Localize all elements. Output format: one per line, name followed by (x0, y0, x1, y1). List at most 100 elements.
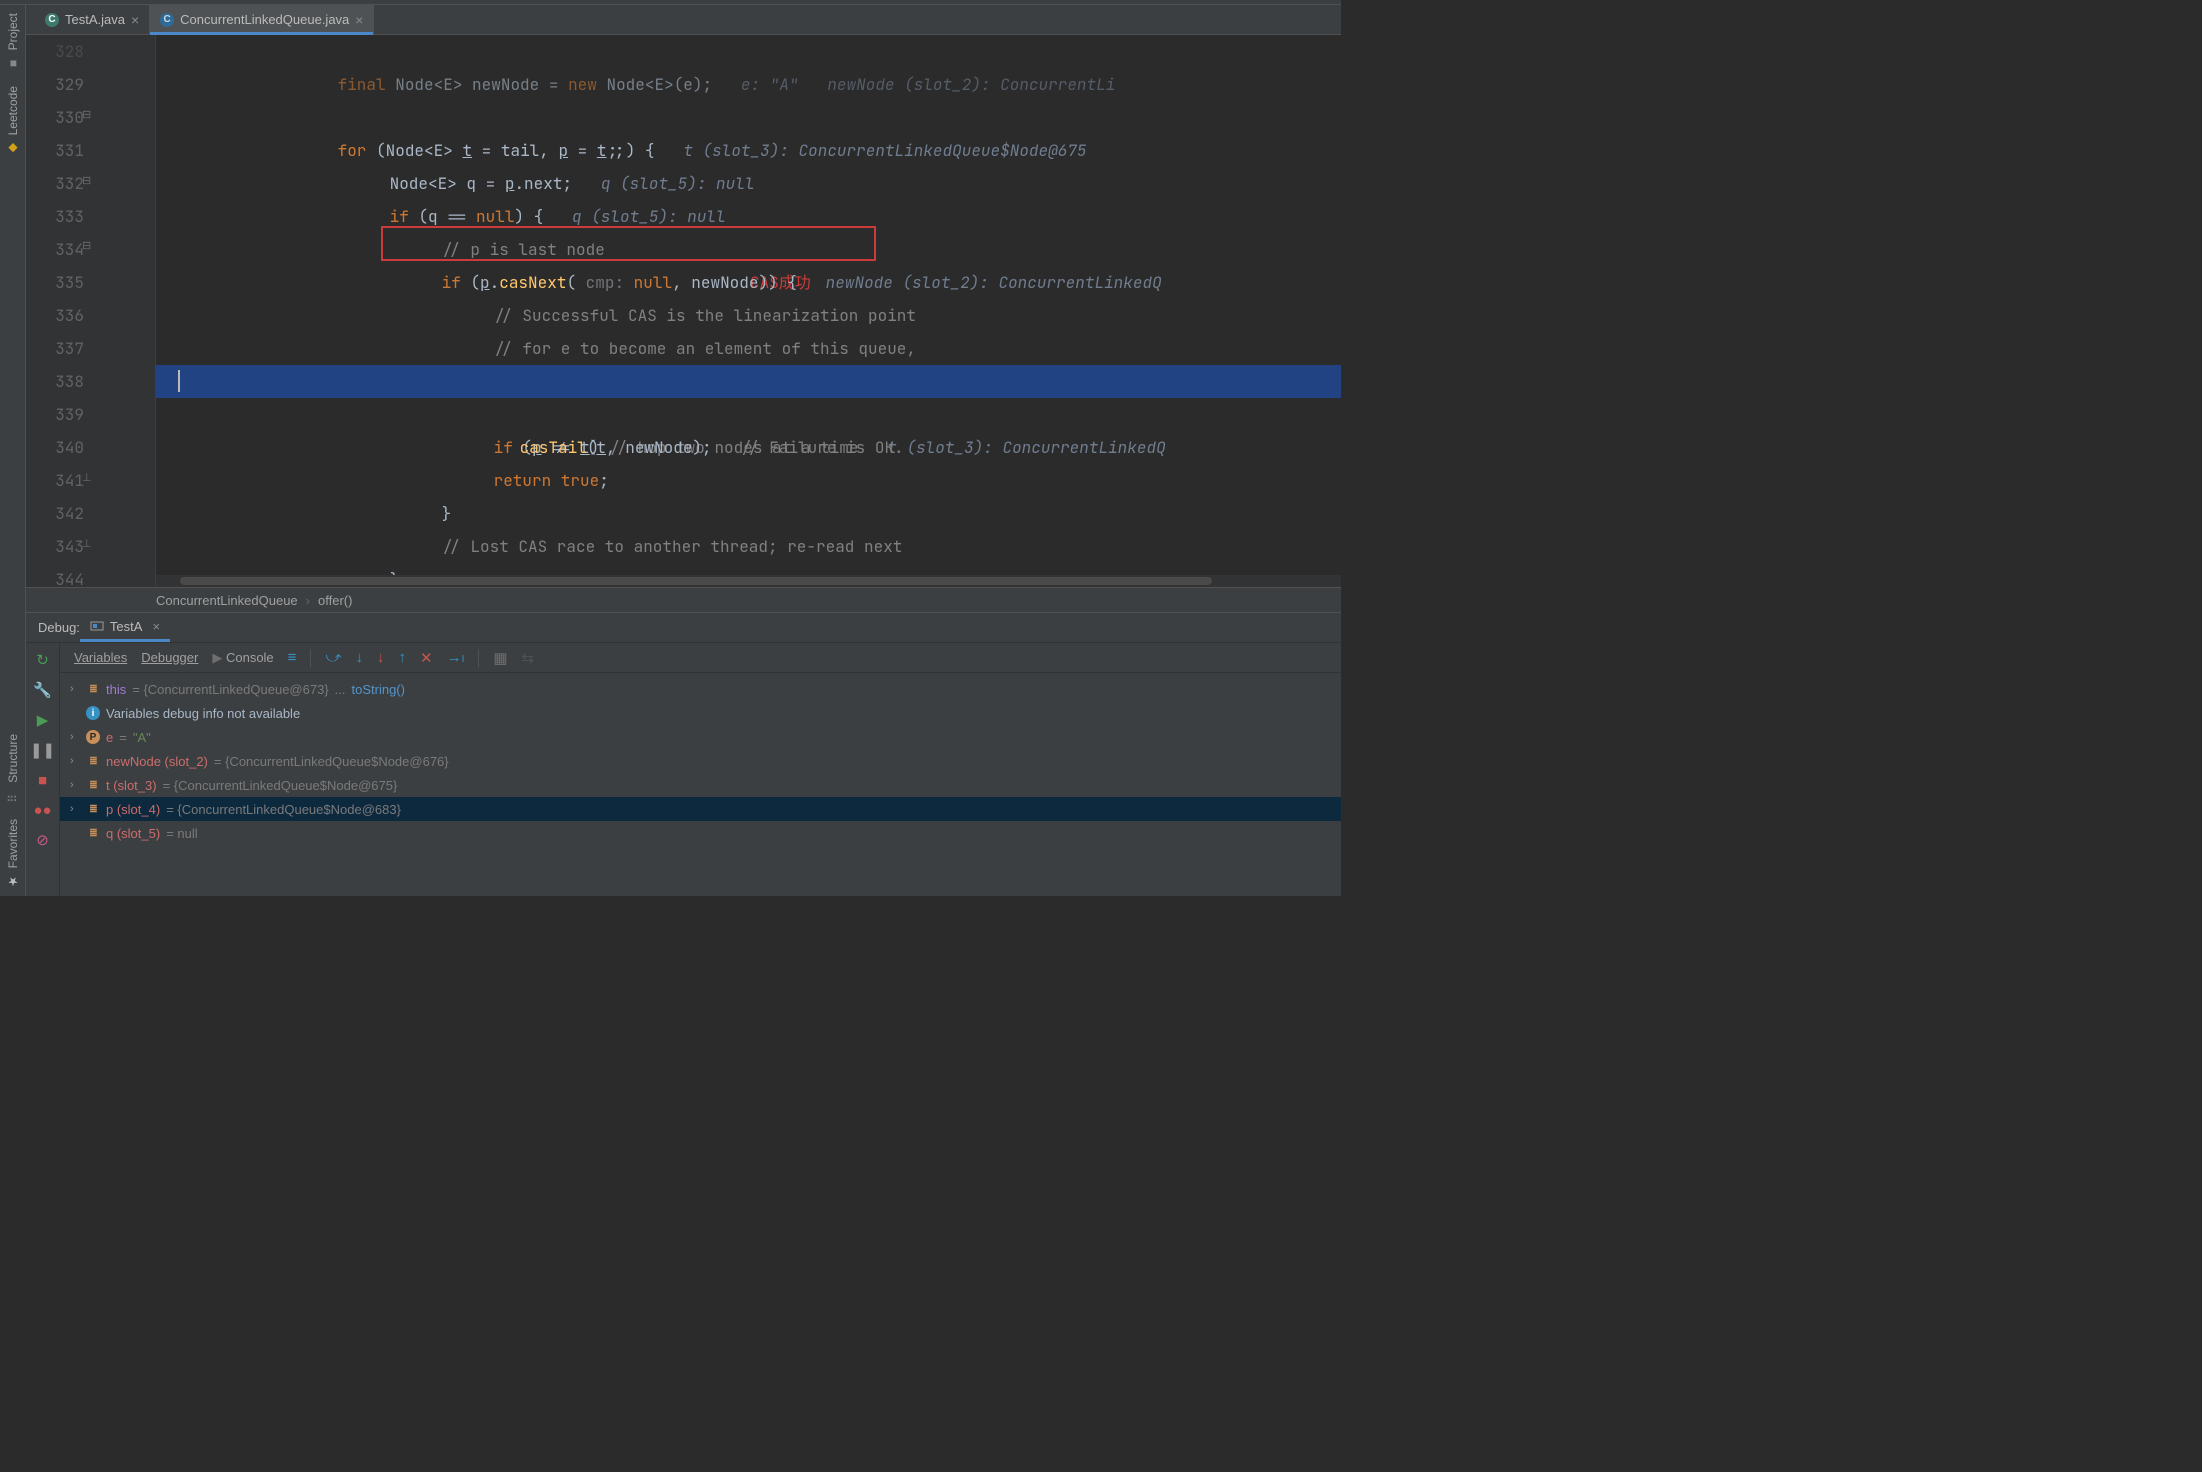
horizontal-scrollbar[interactable] (156, 575, 1341, 587)
variable-row[interactable]: › ≣ p (slot_4) = {ConcurrentLinkedQueue$No… (60, 797, 1341, 821)
step-out-button[interactable]: ↑ (398, 649, 406, 666)
debug-header: Debug: TestA × (26, 613, 1341, 643)
breadcrumb-class[interactable]: ConcurrentLinkedQueue (156, 593, 298, 608)
line-number: 342 (55, 497, 84, 530)
line-number: 334 (55, 233, 84, 266)
var-name: this (106, 682, 126, 697)
var-value: = {ConcurrentLinkedQueue$Node@676} (214, 754, 449, 769)
sidebar-item-project[interactable]: Project (6, 13, 20, 70)
drop-frame-button[interactable]: ✕ (420, 649, 433, 667)
resume-button[interactable]: ▶ (32, 709, 54, 731)
expand-icon[interactable]: › (70, 779, 80, 791)
debug-session-tab[interactable]: TestA × (80, 613, 170, 642)
tab-label: TestA.java (65, 12, 125, 27)
close-icon[interactable]: × (355, 12, 363, 28)
execution-line: if (p != t) // hop two nodes at a time t… (156, 365, 1341, 398)
line-number: 333 (55, 200, 84, 233)
variable-row[interactable]: ≣q (slot_5) = null (60, 821, 1341, 845)
line-number: 340 (55, 431, 84, 464)
object-icon: ≣ (86, 826, 100, 840)
object-icon: ≣ (86, 754, 100, 768)
var-name: newNode (slot_2) (106, 754, 208, 769)
scrollbar-thumb[interactable] (180, 577, 1212, 585)
fold-end-icon[interactable]: ⊥ (82, 471, 92, 484)
trace-button[interactable]: ⇆ (522, 649, 535, 667)
var-name: e (106, 730, 113, 745)
line-number: 335 (55, 266, 84, 299)
step-into-button[interactable]: ↓ (355, 649, 363, 666)
expand-icon[interactable]: › (70, 755, 80, 767)
fold-icon[interactable]: ⊟ (82, 108, 91, 121)
sidebar-item-leetcode[interactable]: ◆ Leetcode (6, 86, 20, 155)
rerun-button[interactable]: ↻ (32, 649, 54, 671)
fold-icon[interactable]: ⊟ (82, 174, 91, 187)
modify-run-button[interactable]: 🔧 (32, 679, 54, 701)
step-over-button[interactable]: ⤻ (325, 649, 341, 666)
line-number: 343 (55, 530, 84, 563)
line-number: 341 (55, 464, 84, 497)
expand-icon[interactable]: › (70, 731, 80, 743)
var-value: = {ConcurrentLinkedQueue$Node@683} (166, 802, 401, 817)
stop-button[interactable]: ■ (32, 769, 54, 791)
sidebar-item-structure[interactable]: ⠿ Structure (6, 734, 20, 803)
var-value: = (119, 730, 127, 745)
play-icon: ▶ (212, 650, 222, 665)
expand-icon[interactable]: › (70, 803, 80, 815)
debug-config-icon (90, 619, 104, 633)
variable-row[interactable]: ›≣this = {ConcurrentLinkedQueue@673} ...… (60, 677, 1341, 701)
close-icon[interactable]: × (152, 619, 160, 634)
run-to-cursor-button[interactable]: →I (447, 649, 465, 666)
line-number: 338 (55, 365, 84, 398)
breadcrumb-method[interactable]: offer() (318, 593, 352, 608)
sidebar-label: Project (6, 13, 20, 50)
debugger-tab[interactable]: Debugger (141, 650, 198, 665)
diamond-icon: ◆ (6, 142, 20, 156)
evaluate-button[interactable]: ▦ (493, 649, 507, 667)
code-area[interactable]: final Node<E> newNode = new Node<E>(e); … (156, 35, 1341, 587)
variables-tab[interactable]: Variables (74, 650, 127, 665)
object-icon: ≣ (86, 778, 100, 792)
sidebar-label: Favorites (6, 819, 20, 868)
param-icon: P (86, 730, 100, 744)
var-value: = {ConcurrentLinkedQueue$Node@675} (163, 778, 398, 793)
info-icon: i (86, 706, 100, 720)
sidebar-label: Leetcode (6, 86, 20, 135)
breadcrumb: ConcurrentLinkedQueue › offer() (26, 587, 1341, 613)
tostring-link[interactable]: toString() (352, 682, 405, 697)
view-breakpoints-button[interactable]: ●● (32, 799, 54, 821)
mute-breakpoints-button[interactable]: ⊘ (32, 829, 54, 851)
editor-tab-bar: C TestA.java × C ConcurrentLinkedQueue.j… (0, 5, 1341, 35)
variable-row[interactable]: i Variables debug info not available (60, 701, 1341, 725)
var-name: p (slot_4) (106, 802, 160, 817)
sidebar-label: Structure (6, 734, 20, 783)
variable-row[interactable]: ›≣t (slot_3) = {ConcurrentLinkedQueue$No… (60, 773, 1341, 797)
debug-toolbar: Variables Debugger ▶ Console ≡ ⤻ ↓ ↓ ↑ ✕… (60, 643, 1341, 673)
variables-pane: ›≣this = {ConcurrentLinkedQueue@673} ...… (60, 673, 1341, 896)
folder-icon (6, 56, 20, 70)
sidebar-item-favorites[interactable]: ★ Favorites (6, 819, 20, 888)
tab-testa[interactable]: C TestA.java × (35, 5, 150, 34)
java-class-icon: C (45, 13, 59, 27)
variable-row[interactable]: › ≣ newNode (slot_2) = {ConcurrentLinkedQu… (60, 749, 1341, 773)
var-text: Variables debug info not available (106, 706, 300, 721)
var-name: q (slot_5) (106, 826, 160, 841)
fold-icon[interactable]: ⊟ (82, 239, 91, 252)
line-number: 339 (55, 398, 84, 431)
object-icon: ≣ (86, 802, 100, 816)
structure-icon: ⠿ (6, 789, 20, 803)
line-number: 329 (55, 68, 84, 101)
fold-end-icon[interactable]: ⊥ (82, 537, 92, 550)
expand-icon[interactable]: › (70, 683, 80, 695)
variable-row[interactable]: ›Pe = "A" (60, 725, 1341, 749)
line-number: 336 (55, 299, 84, 332)
force-step-into-button[interactable]: ↓ (377, 649, 385, 666)
var-value: = {ConcurrentLinkedQueue@673} (132, 682, 328, 697)
pause-button[interactable]: ❚❚ (32, 739, 54, 761)
tab-concurrentlinkedqueue[interactable]: C ConcurrentLinkedQueue.java × (150, 5, 374, 34)
close-icon[interactable]: × (131, 12, 139, 28)
threads-icon[interactable]: ≡ (288, 649, 297, 666)
editor[interactable]: 3283293303313323333343353363373383393403… (26, 35, 1341, 587)
debug-action-strip: ↻ 🔧 ▶ ❚❚ ■ ●● ⊘ (26, 643, 60, 896)
line-number: 337 (55, 332, 84, 365)
console-tab[interactable]: ▶ Console (212, 650, 273, 666)
